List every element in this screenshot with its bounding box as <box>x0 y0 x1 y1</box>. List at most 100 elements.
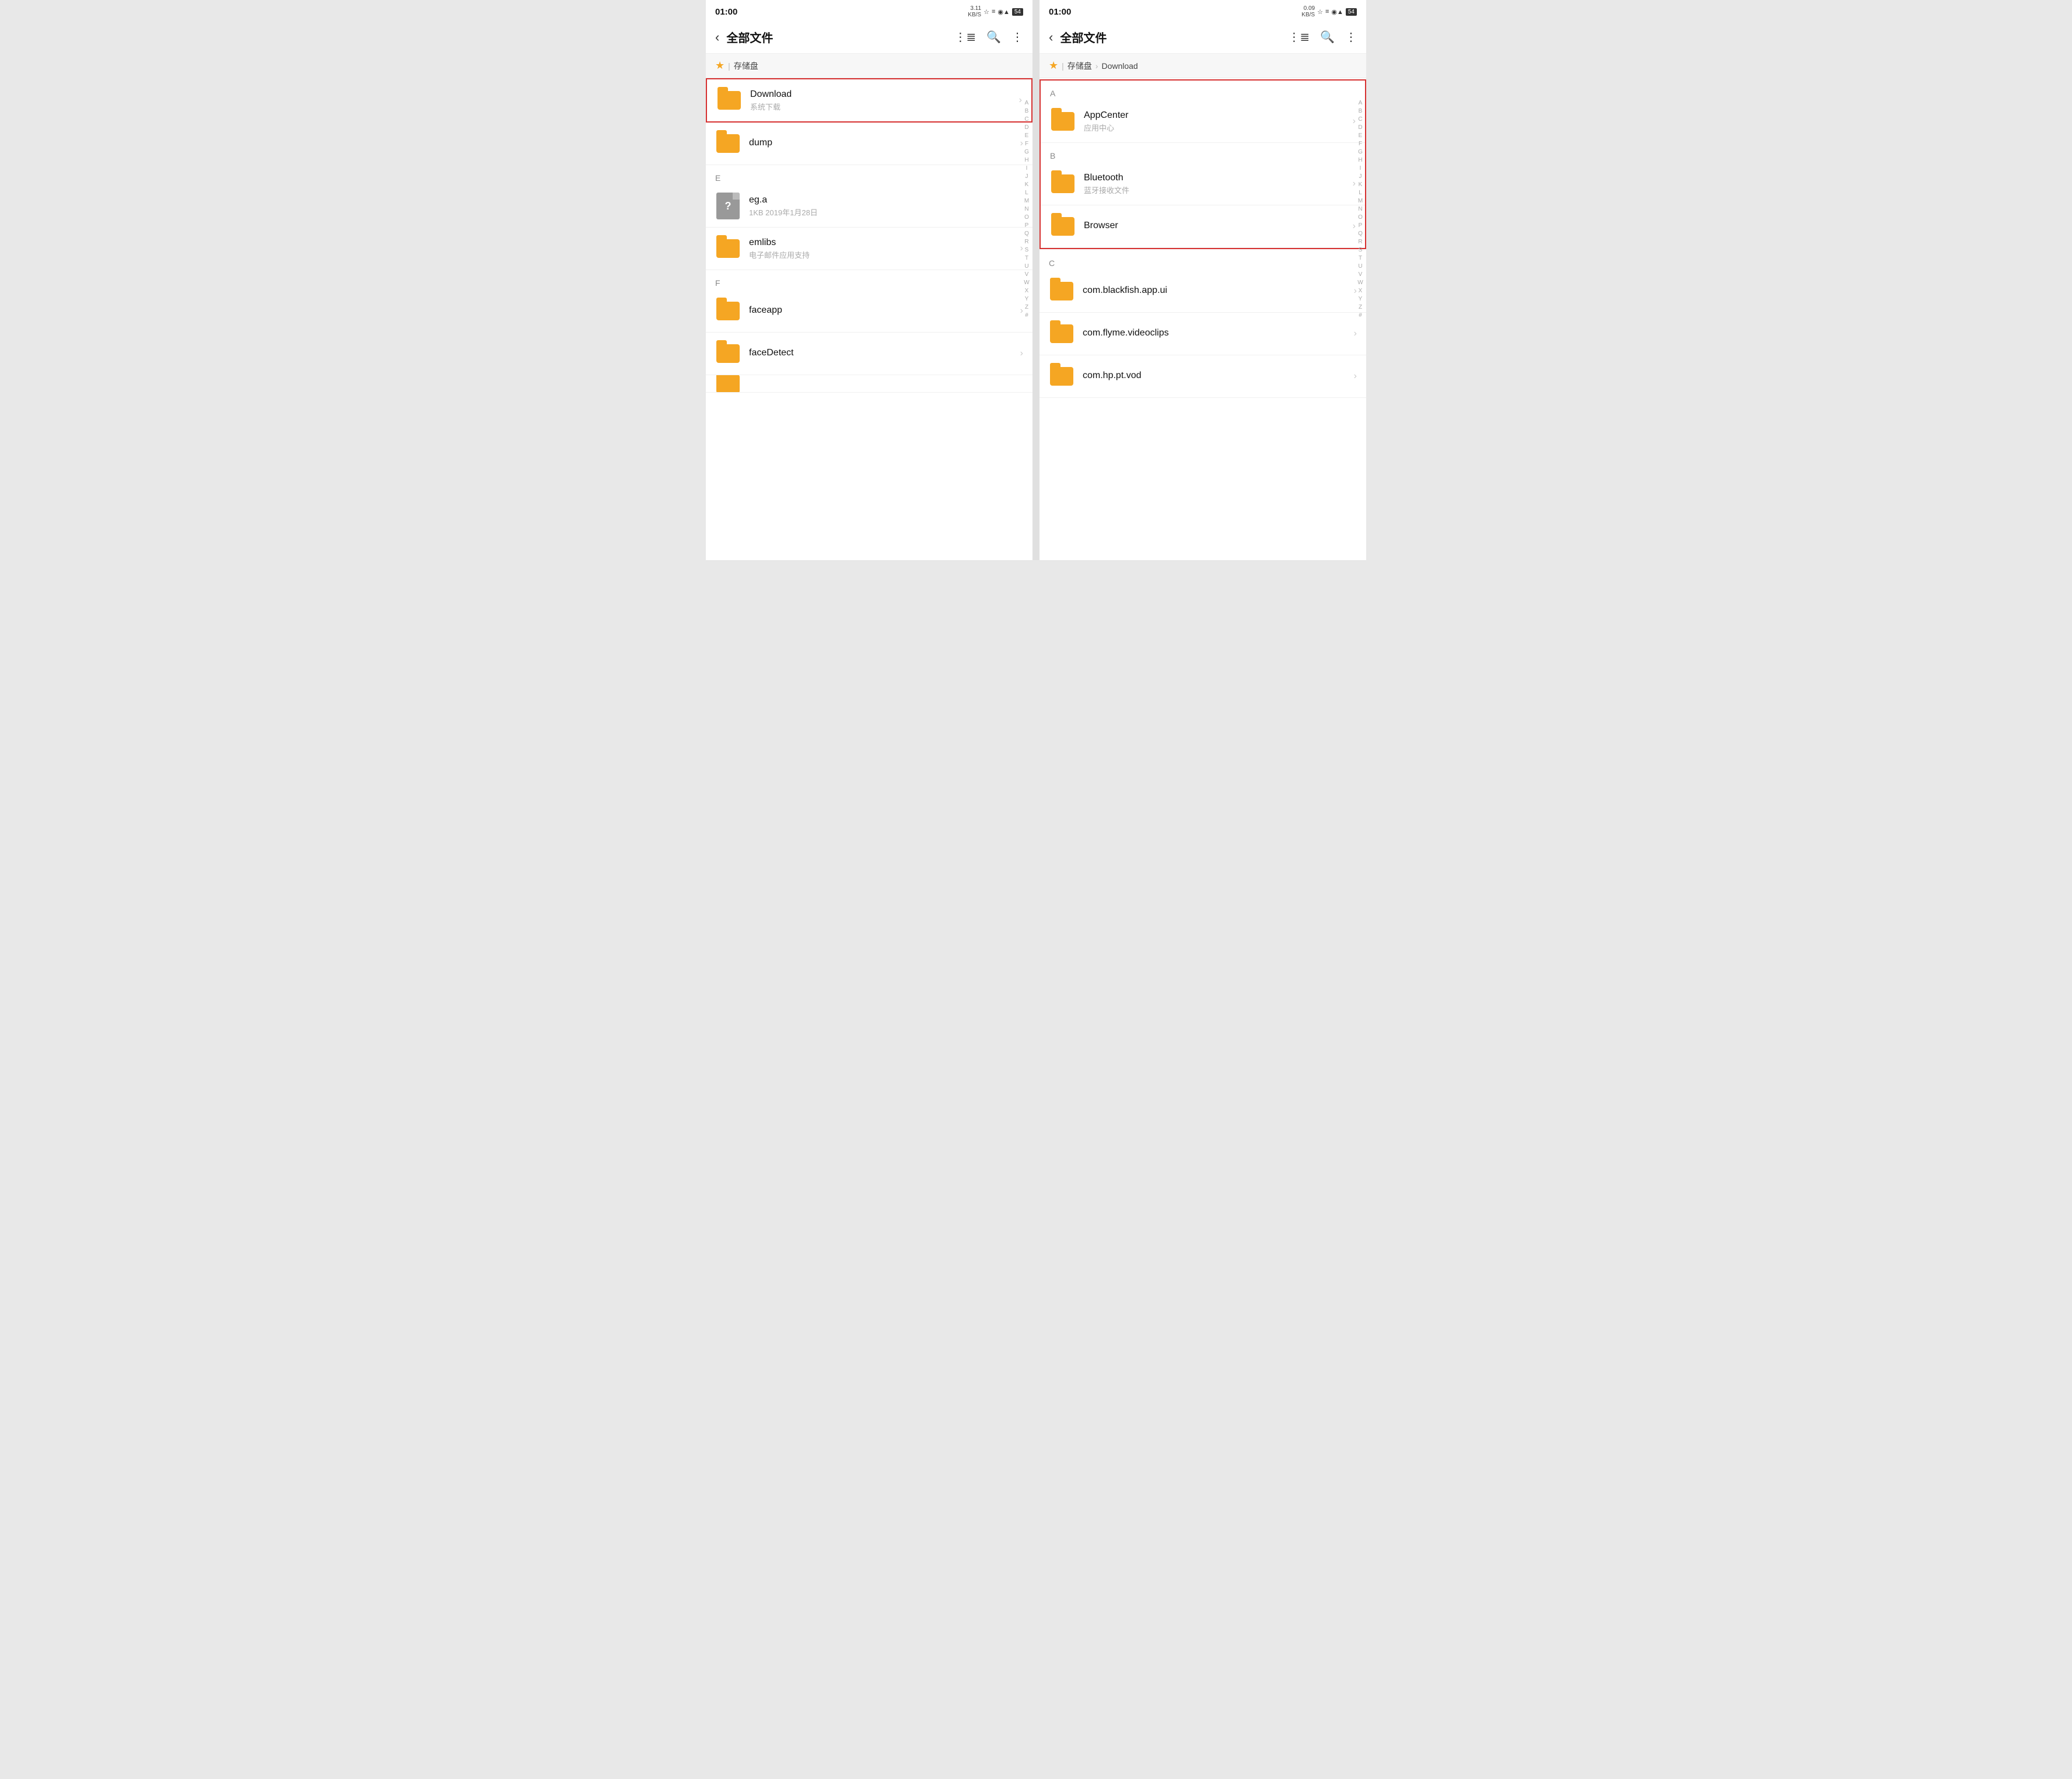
left-more-icon[interactable]: ⋮ <box>1012 30 1023 44</box>
faceapp-folder-shape <box>716 302 740 320</box>
emlibs-folder-icon <box>715 236 741 261</box>
right-back-button[interactable]: ‹ <box>1049 30 1053 45</box>
facedetect-file-info: faceDetect <box>749 348 1020 359</box>
left-breadcrumb-sep: | <box>728 61 730 71</box>
browser-folder-item[interactable]: Browser › <box>1041 205 1365 248</box>
section-b-header: B <box>1041 143 1365 163</box>
faceapp-folder-icon <box>715 298 741 324</box>
right-header-actions: ⋮≣ 🔍 ⋮ <box>1288 30 1357 44</box>
right-breadcrumb-current: Download <box>1101 61 1138 71</box>
left-back-button[interactable]: ‹ <box>715 30 719 45</box>
right-breadcrumb-star: ★ <box>1049 60 1058 72</box>
next-folder-item[interactable] <box>706 375 1032 393</box>
browser-folder-icon <box>1050 214 1076 239</box>
folder-shape <box>718 91 741 110</box>
flyme-chevron: › <box>1354 328 1357 339</box>
flyme-folder-item[interactable]: com.flyme.videoclips › <box>1040 313 1366 355</box>
left-status-icons: 3.11KB/S ☆ ≡ ◉▲ 54 <box>968 5 1023 18</box>
right-more-icon[interactable]: ⋮ <box>1345 30 1357 44</box>
bluetooth-file-info: Bluetooth 蓝牙接收文件 <box>1084 173 1353 195</box>
left-breadcrumb: ★ | 存储盘 <box>706 54 1032 78</box>
right-app-header: ‹ 全部文件 ⋮≣ 🔍 ⋮ <box>1040 21 1366 54</box>
left-header-actions: ⋮≣ 🔍 ⋮ <box>954 30 1023 44</box>
ega-meta: 1KB 2019年1月28日 <box>749 207 1023 218</box>
dump-folder-shape <box>716 134 740 153</box>
emlibs-chevron: › <box>1020 243 1023 254</box>
blackfish-folder-shape <box>1050 282 1073 300</box>
appcenter-meta: 应用中心 <box>1084 122 1353 133</box>
left-speed: 3.11KB/S <box>968 5 981 18</box>
right-menu-icon: ≡ <box>1325 8 1329 15</box>
browser-folder-shape <box>1051 217 1074 236</box>
facedetect-folder-item[interactable]: faceDetect › <box>706 333 1032 375</box>
right-sort-icon[interactable]: ⋮≣ <box>1288 30 1310 44</box>
right-battery: 54 <box>1346 8 1357 16</box>
left-header-title: 全部文件 <box>726 29 954 46</box>
appcenter-folder-icon <box>1050 109 1076 134</box>
next-folder-icon <box>715 375 741 393</box>
bluetooth-name: Bluetooth <box>1084 173 1353 183</box>
right-breadcrumb-arrow: › <box>1096 61 1098 71</box>
appcenter-name: AppCenter <box>1084 110 1353 121</box>
unknown-icon: ? <box>716 193 740 219</box>
right-breadcrumb-sep: | <box>1062 61 1064 71</box>
bluetooth-meta: 蓝牙接收文件 <box>1084 184 1353 195</box>
left-breadcrumb-star: ★ <box>715 60 724 72</box>
bluetooth-folder-icon <box>1050 171 1076 197</box>
appcenter-chevron: › <box>1353 116 1356 127</box>
left-status-time: 01:00 <box>715 7 737 17</box>
ega-name: eg.a <box>749 195 1023 205</box>
flyme-name: com.flyme.videoclips <box>1083 328 1354 338</box>
appcenter-folder-item[interactable]: AppCenter 应用中心 › <box>1041 100 1365 143</box>
blackfish-folder-icon <box>1049 278 1074 304</box>
hp-file-info: com.hp.pt.vod <box>1083 371 1354 382</box>
download-meta: 系统下载 <box>750 101 1019 112</box>
left-menu-icon: ≡ <box>992 8 995 15</box>
faceapp-folder-item[interactable]: faceapp › <box>706 290 1032 333</box>
ega-file-info: eg.a 1KB 2019年1月28日 <box>749 195 1023 218</box>
right-status-bar: 01:00 0.09KB/S ☆ ≡ ◉▲ 54 <box>1040 0 1366 21</box>
download-file-info: Download 系统下载 <box>750 89 1019 112</box>
right-network-icon: ◉▲ <box>1331 8 1343 16</box>
blackfish-file-info: com.blackfish.app.ui <box>1083 285 1354 297</box>
next-folder-shape <box>716 375 740 393</box>
blackfish-chevron: › <box>1354 286 1357 296</box>
left-phone: 01:00 3.11KB/S ☆ ≡ ◉▲ 54 ‹ 全部文件 ⋮≣ 🔍 ⋮ ★… <box>706 0 1032 560</box>
section-e-header: E <box>706 165 1032 185</box>
left-sort-icon[interactable]: ⋮≣ <box>954 30 976 44</box>
left-app-header: ‹ 全部文件 ⋮≣ 🔍 ⋮ <box>706 21 1032 54</box>
facedetect-chevron: › <box>1020 348 1023 359</box>
blackfish-folder-item[interactable]: com.blackfish.app.ui › <box>1040 270 1366 313</box>
dump-folder-item[interactable]: dump › <box>706 123 1032 165</box>
download-folder-item[interactable]: Download 系统下载 › <box>706 78 1032 123</box>
emlibs-folder-item[interactable]: emlibs 电子邮件应用支持 › <box>706 228 1032 270</box>
section-c-header: C <box>1040 250 1366 270</box>
right-status-icons: 0.09KB/S ☆ ≡ ◉▲ 54 <box>1301 5 1357 18</box>
hp-folder-icon <box>1049 364 1074 389</box>
emlibs-folder-shape <box>716 239 740 258</box>
hp-folder-shape <box>1050 367 1073 386</box>
right-speed: 0.09KB/S <box>1301 5 1315 18</box>
left-signal-icon: ☆ <box>984 8 989 16</box>
right-search-icon[interactable]: 🔍 <box>1320 30 1335 44</box>
phones-container: 01:00 3.11KB/S ☆ ≡ ◉▲ 54 ‹ 全部文件 ⋮≣ 🔍 ⋮ ★… <box>706 0 1366 560</box>
dump-chevron: › <box>1020 138 1023 149</box>
bluetooth-folder-item[interactable]: Bluetooth 蓝牙接收文件 › <box>1041 163 1365 205</box>
left-status-bar: 01:00 3.11KB/S ☆ ≡ ◉▲ 54 <box>706 0 1032 21</box>
left-search-icon[interactable]: 🔍 <box>986 30 1001 44</box>
emlibs-meta: 电子邮件应用支持 <box>749 249 1020 260</box>
download-folder-icon <box>716 88 742 113</box>
right-phone: 01:00 0.09KB/S ☆ ≡ ◉▲ 54 ‹ 全部文件 ⋮≣ 🔍 ⋮ ★… <box>1040 0 1366 560</box>
hp-folder-item[interactable]: com.hp.pt.vod › <box>1040 355 1366 398</box>
blackfish-name: com.blackfish.app.ui <box>1083 285 1354 296</box>
left-network-icon: ◉▲ <box>998 8 1010 16</box>
ega-file-item[interactable]: ? eg.a 1KB 2019年1月28日 <box>706 185 1032 228</box>
faceapp-name: faceapp <box>749 305 1020 316</box>
bluetooth-chevron: › <box>1353 179 1356 189</box>
facedetect-folder-icon <box>715 341 741 366</box>
emlibs-name: emlibs <box>749 237 1020 248</box>
left-battery: 54 <box>1012 8 1023 16</box>
right-status-time: 01:00 <box>1049 7 1071 17</box>
left-breadcrumb-storage: 存储盘 <box>734 60 758 72</box>
dump-name: dump <box>749 138 1020 148</box>
